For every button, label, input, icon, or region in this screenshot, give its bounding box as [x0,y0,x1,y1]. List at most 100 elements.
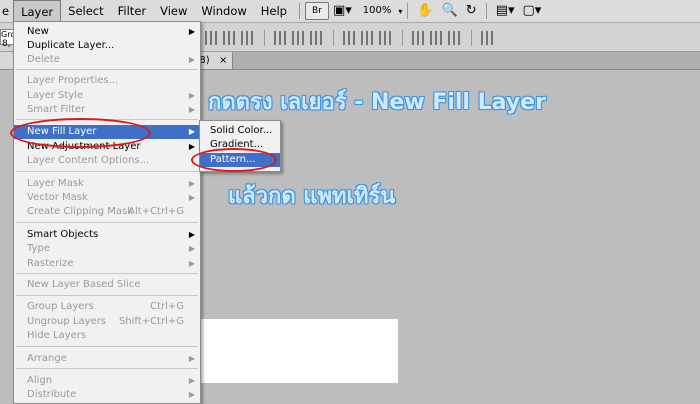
menu-item-align[interactable]: Align ▶ [14,374,200,388]
label: Create Clipping Mask [27,206,134,217]
submenu-arrow-icon: ▶ [188,259,195,268]
layer-menu: New ▶ Duplicate Layer... Delete ▶ Layer Pr… [13,21,201,404]
submenu-arrow-icon: ▶ [188,244,195,253]
submenu-arrow-icon: ▶ [188,27,195,36]
shortcut: Ctrl+G [150,301,184,312]
menu-item-duplicate-layer[interactable]: Duplicate Layer... [14,39,200,53]
menu-item-smart-filter[interactable]: Smart Filter ▶ [14,103,200,117]
menu-item-rasterize[interactable]: Rasterize ▶ [14,257,200,271]
menu-separator [16,295,198,296]
rotate-view-icon[interactable]: ↻ [466,0,477,22]
menu-item-layer-mask[interactable]: Layer Mask ▶ [14,177,200,191]
label: Vector Mask [27,192,88,203]
zoom-dropdown-icon[interactable]: ▾ [398,7,402,16]
zoom-tool-icon[interactable]: 🔍 [442,0,458,22]
align-bottom-icon[interactable] [241,31,255,45]
separator [333,30,334,46]
menu-item-layer-properties[interactable]: Layer Properties... [14,74,200,88]
label: Align [27,375,53,386]
bridge-button[interactable]: Br [304,2,329,20]
menu-item-layer-content-options[interactable]: Layer Content Options... [14,154,200,168]
menu-item-layer-style[interactable]: Layer Style ▶ [14,89,200,103]
label: Type [27,243,50,254]
arrange-documents-icon[interactable]: ▤▾ [496,0,515,22]
menu-window[interactable]: Window [194,0,253,22]
menu-item-arrange[interactable]: Arrange ▶ [14,352,200,366]
separator [407,3,409,19]
separator [485,3,487,19]
shortcut: Alt+Ctrl+G [128,206,184,217]
label: Smart Filter [27,104,86,115]
submenu-arrow-icon: ▶ [188,354,195,363]
menu-item-create-clipping-mask[interactable]: Create Clipping Mask Alt+Ctrl+G [14,205,200,219]
menu-separator [16,222,198,223]
label: Distribute [27,389,77,400]
menu-item-new-layer-based-slice[interactable]: New Layer Based Slice [14,278,200,292]
annotation-instruction-2: แล้วกด แพทเทิร์น [228,184,396,209]
screen-mode-icon[interactable]: ▣▾ [333,0,352,22]
distribute-right-icon[interactable] [448,31,462,45]
distribute-hcenter-icon[interactable] [430,31,444,45]
hand-tool-icon[interactable]: ✋ [417,0,433,22]
menu-item-new[interactable]: New ▶ [14,25,200,39]
distribute-top-icon[interactable] [343,31,357,45]
menu-separator [16,69,198,70]
label: Ungroup Layers [27,316,106,327]
label: New [27,26,49,37]
zoom-level[interactable]: 100% [356,0,399,22]
menu-item-group-layers[interactable]: Group Layers Ctrl+G [14,300,200,314]
distribute-left-icon[interactable] [412,31,426,45]
align-vcenter-icon[interactable] [223,31,237,45]
submenu-arrow-icon: ▶ [188,105,195,114]
menu-item-type[interactable]: Type ▶ [14,242,200,256]
menu-layer[interactable]: Layer [13,0,62,22]
close-tab-icon[interactable]: × [219,52,227,69]
submenu-arrow-icon: ▶ [188,91,195,100]
align-hcenter-icon[interactable] [292,31,306,45]
menu-item-smart-objects[interactable]: Smart Objects ▶ [14,228,200,242]
menu-separator [16,273,198,274]
menu-separator [16,368,198,369]
align-top-icon[interactable] [205,31,219,45]
submenu-arrow-icon: ▶ [188,179,195,188]
screen-mode-icon-2[interactable]: ▢▾ [523,0,542,22]
label: New Layer Based Slice [27,279,141,290]
label: Layer Style [27,90,84,101]
separator [264,30,265,46]
menu-select[interactable]: Select [61,0,110,22]
menu-item-ungroup-layers[interactable]: Ungroup Layers Shift+Ctrl+G [14,315,200,329]
submenu-arrow-icon: ▶ [188,193,195,202]
label: Rasterize [27,258,74,269]
auto-align-icon[interactable] [481,31,495,45]
label: Layer Mask [27,178,84,189]
menu-item-delete[interactable]: Delete ▶ [14,53,200,67]
separator [298,3,300,19]
label: Duplicate Layer... [27,40,115,51]
label: Arrange [27,353,67,364]
label: Delete [27,54,60,65]
menu-item-hide-layers[interactable]: Hide Layers [14,329,200,343]
separator [402,30,403,46]
distribute-bottom-icon[interactable] [379,31,393,45]
align-buttons [205,30,495,46]
align-left-icon[interactable] [274,31,288,45]
menu-bar: e Layer Select Filter View Window Help B… [0,0,700,23]
menu-item-vector-mask[interactable]: Vector Mask ▶ [14,191,200,205]
separator [471,30,472,46]
submenu-arrow-icon: ▶ [188,55,195,64]
submenu-item-solid-color[interactable]: Solid Color... [200,124,280,138]
highlight-circle-new-fill-layer [10,118,151,148]
distribute-vcenter-icon[interactable] [361,31,375,45]
menu-view[interactable]: View [153,0,194,22]
shortcut: Shift+Ctrl+G [118,316,184,327]
menu-separator [16,346,198,347]
annotation-instruction-1: กดตรง เลเยอร์ - New Fill Layer [208,90,546,115]
menu-help[interactable]: Help [254,0,294,22]
menu-filter[interactable]: Filter [111,0,153,22]
align-right-icon[interactable] [310,31,324,45]
canvas-image [199,319,398,383]
label: Group Layers [27,301,94,312]
menu-separator [16,171,198,172]
submenu-arrow-icon: ▶ [188,376,195,385]
menu-edit-clipped[interactable]: e [0,0,13,22]
